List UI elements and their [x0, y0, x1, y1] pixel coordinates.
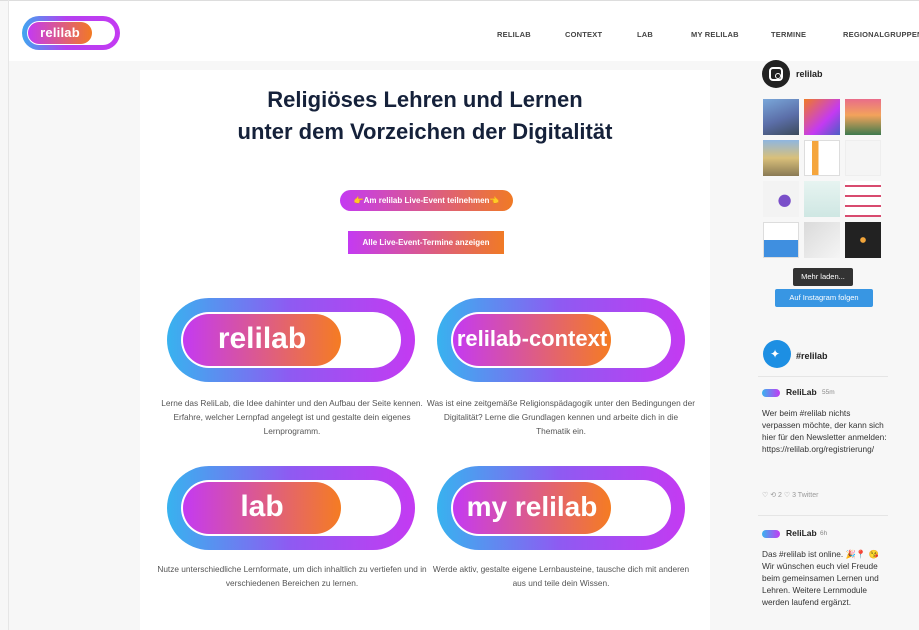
site-logo[interactable]: relilab — [22, 16, 120, 50]
instagram-post[interactable] — [763, 181, 799, 217]
instagram-post[interactable] — [763, 140, 799, 176]
tweet-avatar[interactable] — [762, 530, 780, 538]
instagram-post[interactable] — [804, 140, 840, 176]
instagram-icon[interactable] — [762, 60, 790, 88]
tweet-text: Wer beim #relilab nichts verpassen möcht… — [762, 408, 887, 454]
lab-description: Nutze unterschiedliche Lernformate, um d… — [157, 564, 427, 588]
instagram-post[interactable] — [845, 181, 881, 217]
page-title-line-2: unter dem Vorzeichen der Digitalität — [237, 119, 613, 144]
nav-termine[interactable]: TERMINE — [771, 30, 806, 39]
lab-badge[interactable]: lab — [167, 466, 415, 550]
page-title-line-1: Religiöses Lehren und Lernen — [267, 87, 583, 112]
tweet-author[interactable]: ReliLab — [786, 528, 817, 538]
divider — [758, 376, 888, 377]
main-content: Religiöses Lehren und Lernen unter dem V… — [140, 70, 710, 630]
my-relilab-description: Werde aktiv, gestalte eigene Lernbaustei… — [432, 564, 690, 588]
tweet-time[interactable]: 6h — [820, 530, 827, 537]
instagram-icon-frame — [769, 67, 783, 81]
nav-regionalgruppen[interactable]: REGIONALGRUPPEN — [843, 30, 919, 39]
badge-label: lab — [183, 482, 341, 534]
badge-track: relilab-context — [451, 312, 671, 368]
badge-track: lab — [181, 480, 401, 536]
tweet-actions[interactable]: ♡ ⟲ 2 ♡ 3 Twitter — [762, 491, 818, 499]
badge-label: my relilab — [453, 482, 611, 534]
instagram-post[interactable] — [845, 222, 881, 258]
twitter-icon[interactable]: ✦ — [763, 340, 791, 368]
nav-my-relilab[interactable]: MY RELILAB — [691, 30, 739, 39]
left-border — [8, 0, 9, 630]
relilab-context-description: Was ist eine zeitgemäße Religionspädagog… — [426, 398, 696, 436]
instagram-follow-button[interactable]: Auf Instagram folgen — [775, 289, 873, 307]
tweet-time[interactable]: 55m — [822, 389, 835, 396]
nav-relilab[interactable]: RELILAB — [497, 30, 531, 39]
site-header: relilab RELILAB CONTEXT LAB MY RELILAB T… — [9, 1, 919, 61]
instagram-post[interactable] — [845, 140, 881, 176]
badge-label: relilab-context — [453, 314, 611, 366]
my-relilab-badge[interactable]: my relilab — [437, 466, 685, 550]
twitter-hashtag[interactable]: #relilab — [796, 351, 828, 361]
badge-track: relilab — [181, 312, 401, 368]
instagram-post[interactable] — [763, 222, 799, 258]
instagram-post[interactable] — [804, 99, 840, 135]
live-event-button[interactable]: 👉Am relilab Live-Event teilnehmen👈 — [340, 190, 513, 211]
instagram-post[interactable] — [804, 181, 840, 217]
all-events-button[interactable]: Alle Live-Event-Termine anzeigen — [348, 231, 504, 254]
twitter-bird-icon: ✦ — [770, 347, 781, 361]
badge-track: my relilab — [451, 480, 671, 536]
relilab-badge[interactable]: relilab — [167, 298, 415, 382]
divider — [758, 515, 888, 516]
instagram-icon-lens — [775, 73, 781, 79]
logo-track: relilab — [27, 21, 115, 45]
relilab-context-badge[interactable]: relilab-context — [437, 298, 685, 382]
nav-context[interactable]: CONTEXT — [565, 30, 602, 39]
tweet-text: Das #relilab ist online. 🎉📍 😘 Wir wünsch… — [762, 549, 879, 607]
instagram-post[interactable] — [763, 99, 799, 135]
load-more-button[interactable]: Mehr laden... — [793, 268, 853, 286]
tweet-author[interactable]: ReliLab — [786, 387, 817, 397]
tweet-avatar[interactable] — [762, 389, 780, 397]
instagram-post[interactable] — [804, 222, 840, 258]
instagram-account-name[interactable]: relilab — [796, 69, 823, 79]
nav-lab[interactable]: LAB — [637, 30, 653, 39]
logo-text: relilab — [28, 22, 92, 44]
instagram-post[interactable] — [845, 99, 881, 135]
relilab-description: Lerne das ReliLab, die Idee dahinter und… — [161, 398, 423, 436]
badge-label: relilab — [183, 314, 341, 366]
